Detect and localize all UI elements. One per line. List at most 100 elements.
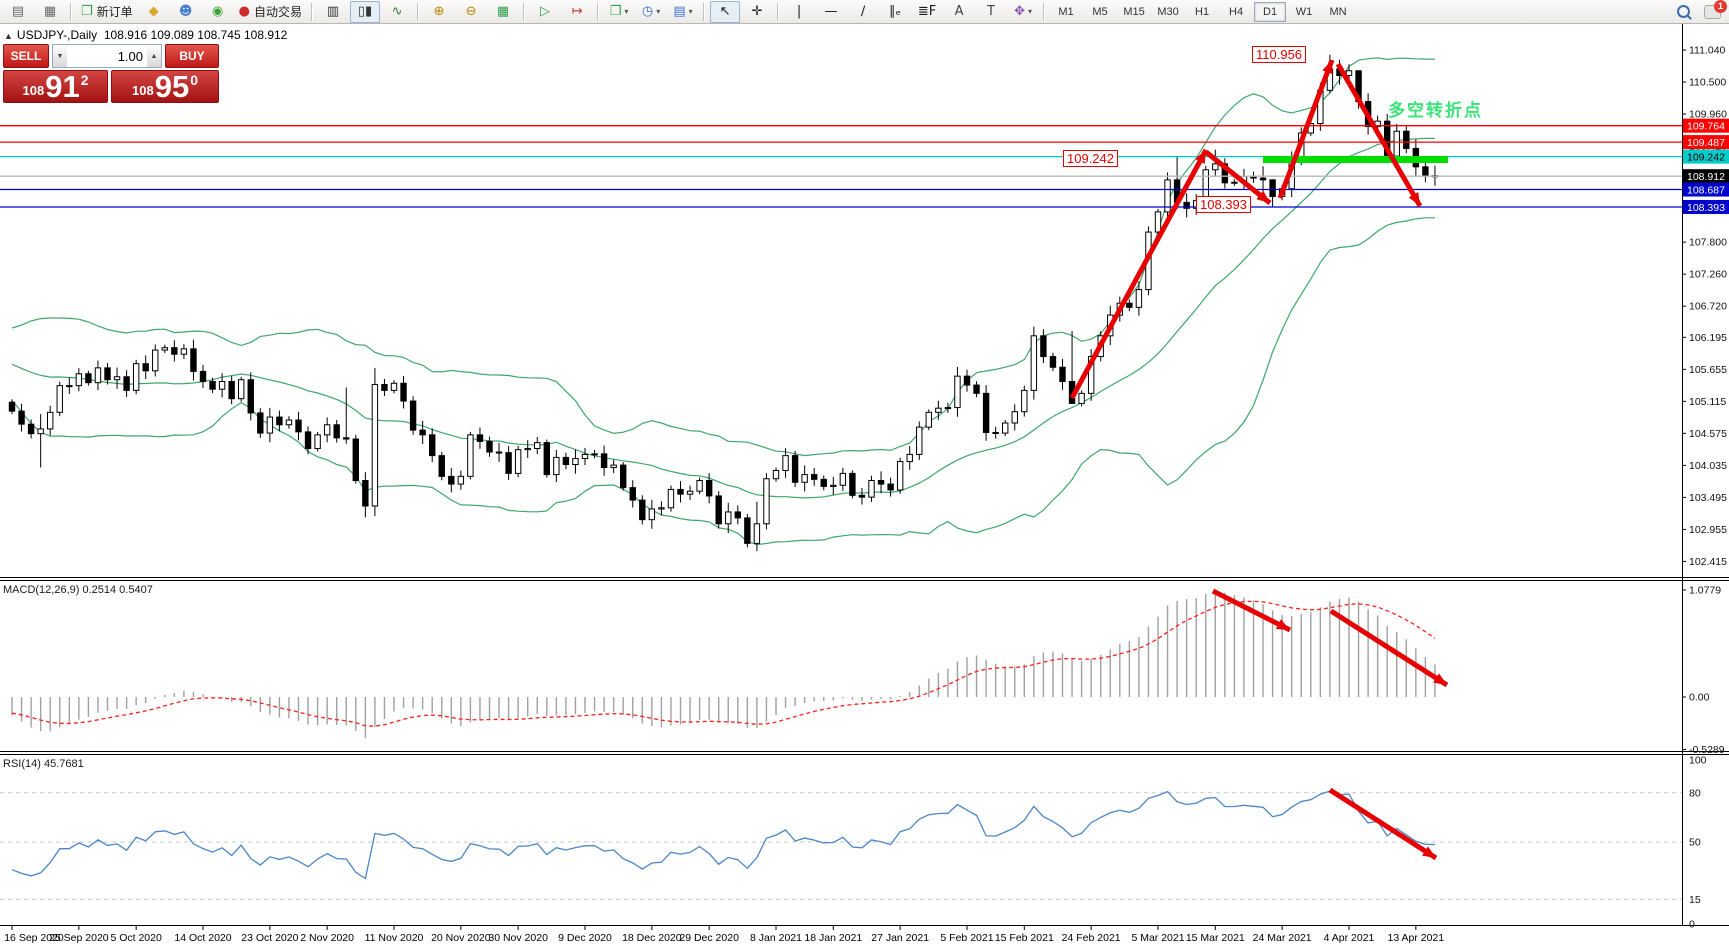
- svg-text:109.242: 109.242: [1687, 152, 1725, 164]
- svg-text:103.495: 103.495: [1689, 492, 1727, 504]
- toolbar-separator: [70, 3, 72, 21]
- svg-text:29 Dec 2020: 29 Dec 2020: [679, 932, 739, 944]
- sell-price-whole: 108: [23, 83, 45, 98]
- bar-chart-icon[interactable]: ▥: [318, 1, 348, 23]
- notifications-icon[interactable]: 1: [1704, 5, 1721, 19]
- svg-text:18 Dec 2020: 18 Dec 2020: [622, 932, 682, 944]
- arrows-tool-icon[interactable]: ✥▾: [1008, 1, 1038, 23]
- data-window-icon[interactable]: ▦: [35, 1, 65, 23]
- chart-window[interactable]: ▲USDJPY-,Daily 108.916 109.089 108.745 1…: [0, 24, 1729, 946]
- toolbar-separator: [523, 3, 525, 21]
- buy-price-display[interactable]: 108 95 0: [111, 70, 219, 103]
- text-icon[interactable]: A: [944, 1, 974, 23]
- auto-scroll-icon[interactable]: ▷: [530, 1, 560, 23]
- sell-button[interactable]: SELL: [3, 44, 49, 68]
- price-annotation: 108.393: [1196, 196, 1251, 213]
- vertical-line-icon[interactable]: |: [784, 1, 814, 23]
- svg-text:108.687: 108.687: [1687, 185, 1725, 197]
- horizontal-line-icon[interactable]: —: [816, 1, 846, 23]
- price-chart-canvas[interactable]: 111.040110.500109.960109.420108.880108.3…: [0, 24, 1729, 946]
- window-list-icon[interactable]: ▤: [3, 1, 33, 23]
- candle: [449, 476, 454, 484]
- candle: [573, 459, 578, 465]
- candle: [1270, 180, 1275, 197]
- trendline-icon[interactable]: ∕: [848, 1, 878, 23]
- volume-input[interactable]: [67, 45, 147, 67]
- candle: [1022, 390, 1027, 411]
- candle: [544, 443, 549, 475]
- chart-shift-icon[interactable]: ↦: [562, 1, 592, 23]
- candle: [1079, 393, 1084, 403]
- candle: [601, 454, 606, 468]
- one-click-trading-panel: SELL ▼ ▲ BUY 108 91 2 108 95 0: [3, 44, 219, 103]
- timeframe-mn[interactable]: MN: [1322, 2, 1354, 22]
- candle: [812, 475, 817, 480]
- candle: [258, 413, 263, 433]
- buy-price-pips: 95: [155, 73, 189, 101]
- cursor-icon[interactable]: ↖: [710, 1, 740, 23]
- timeframe-m30[interactable]: M30: [1152, 2, 1184, 22]
- svg-text:5 Mar 2021: 5 Mar 2021: [1131, 932, 1184, 944]
- market-icon[interactable]: ◆: [139, 1, 169, 23]
- macd-pane: [12, 591, 1435, 738]
- candle: [382, 384, 387, 390]
- candle: [659, 508, 664, 509]
- new-order-button[interactable]: ❐新订单: [77, 1, 137, 23]
- timeframe-m1[interactable]: M1: [1050, 2, 1082, 22]
- crosshair-icon[interactable]: ✛: [742, 1, 772, 23]
- timeframe-m5[interactable]: M5: [1084, 2, 1116, 22]
- svg-text:5 Oct 2020: 5 Oct 2020: [110, 932, 162, 944]
- terminal-icon[interactable]: ☻: [171, 1, 201, 23]
- candle: [582, 454, 587, 458]
- candle: [229, 381, 234, 398]
- candle: [926, 412, 931, 427]
- candle: [239, 380, 244, 399]
- autotrading-button[interactable]: ●自动交易: [235, 1, 306, 23]
- buy-price-whole: 108: [132, 83, 154, 98]
- candle: [430, 435, 435, 456]
- candle: [1136, 290, 1141, 308]
- svg-text:23 Oct 2020: 23 Oct 2020: [241, 932, 298, 944]
- volume-down-button[interactable]: ▼: [53, 45, 67, 67]
- timeframe-d1[interactable]: D1: [1254, 2, 1286, 22]
- candle: [248, 380, 253, 413]
- candle: [764, 479, 769, 524]
- candle: [697, 481, 702, 492]
- search-icon[interactable]: [1677, 5, 1690, 18]
- candle: [401, 383, 406, 401]
- svg-text:107.800: 107.800: [1689, 237, 1727, 249]
- buy-button[interactable]: BUY: [165, 44, 219, 68]
- new-chart-icon[interactable]: ❐▾: [604, 1, 634, 23]
- svg-text:4 Apr 2021: 4 Apr 2021: [1324, 932, 1375, 944]
- templates-icon[interactable]: ▤▾: [668, 1, 698, 23]
- volume-up-button[interactable]: ▲: [147, 45, 161, 67]
- timeframe-h4[interactable]: H4: [1220, 2, 1252, 22]
- periods-icon[interactable]: ◷▾: [636, 1, 666, 23]
- candle: [372, 384, 377, 506]
- line-chart-icon[interactable]: ∿: [382, 1, 412, 23]
- candle: [878, 481, 883, 485]
- candle: [964, 376, 969, 385]
- timeframe-w1[interactable]: W1: [1288, 2, 1320, 22]
- zoom-in-icon[interactable]: ⊕: [424, 1, 454, 23]
- candlestick-chart-icon[interactable]: ▯▮: [350, 1, 380, 23]
- bollinger-band: [12, 58, 1435, 456]
- text-label-icon[interactable]: T: [976, 1, 1006, 23]
- tile-windows-icon[interactable]: ▦: [488, 1, 518, 23]
- fibonacci-icon[interactable]: ≣F: [912, 1, 942, 23]
- svg-text:104.575: 104.575: [1689, 428, 1727, 440]
- equidistant-channel-icon[interactable]: ∥ₑ: [880, 1, 910, 23]
- zoom-out-icon[interactable]: ⊖: [456, 1, 486, 23]
- timeframe-h1[interactable]: H1: [1186, 2, 1218, 22]
- timeframe-m15[interactable]: M15: [1118, 2, 1150, 22]
- candle: [716, 496, 721, 524]
- candle: [936, 408, 941, 412]
- signals-icon[interactable]: ◉: [203, 1, 233, 23]
- svg-text:2 Nov 2020: 2 Nov 2020: [300, 932, 354, 944]
- svg-text:109.764: 109.764: [1687, 121, 1725, 133]
- sell-price-display[interactable]: 108 91 2: [3, 70, 108, 103]
- svg-text:108.912: 108.912: [1687, 171, 1725, 183]
- candle: [840, 473, 845, 485]
- candle: [38, 429, 43, 434]
- candle: [983, 393, 988, 432]
